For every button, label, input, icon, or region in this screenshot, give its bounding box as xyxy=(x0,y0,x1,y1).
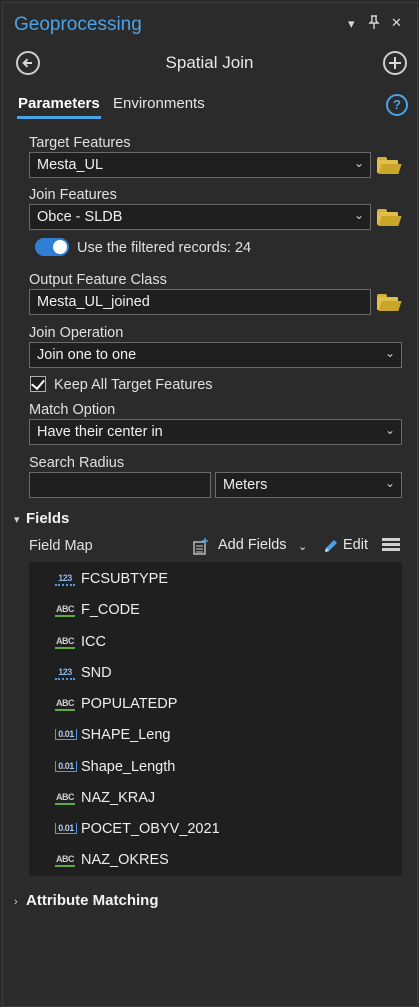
search-radius-label: Search Radius xyxy=(29,455,125,471)
join-features-label: Join Features xyxy=(29,187,117,203)
browse-folder-icon[interactable] xyxy=(377,157,402,174)
field-row[interactable]: ABC F_CODE xyxy=(29,595,402,626)
search-radius-input[interactable] xyxy=(29,472,211,498)
keep-all-checkbox[interactable] xyxy=(30,375,46,392)
field-row[interactable]: 123 SND xyxy=(29,658,402,689)
menu-icon[interactable] xyxy=(382,538,400,552)
chevron-down-icon: ⌄ xyxy=(353,208,364,222)
chevron-down-icon: ⌄ xyxy=(384,476,395,490)
match-option-label: Match Option xyxy=(29,402,116,418)
output-feature-class-value: Mesta_UL_joined xyxy=(37,294,150,310)
chevron-down-icon: ⌄ xyxy=(384,423,395,437)
text-field-icon: ABC xyxy=(55,604,75,617)
add-fields-icon[interactable] xyxy=(193,538,209,555)
active-tab-indicator xyxy=(17,116,101,119)
search-radius-unit-dropdown[interactable]: Meters ⌄ xyxy=(215,472,402,498)
chevron-right-icon: › xyxy=(14,896,18,908)
fields-section-header[interactable]: ▾ Fields xyxy=(14,510,69,527)
field-name: SHAPE_Leng xyxy=(81,727,171,743)
keep-all-label: Keep All Target Features xyxy=(54,377,213,393)
fields-section-title: Fields xyxy=(26,510,70,527)
join-operation-dropdown[interactable]: Join one to one ⌄ xyxy=(29,342,402,368)
text-field-icon: ABC xyxy=(55,792,75,805)
numeric-field-icon: 123 xyxy=(55,667,75,680)
chevron-down-icon: ▾ xyxy=(14,514,20,526)
target-features-value: Mesta_UL xyxy=(37,157,104,173)
close-icon[interactable]: ✕ xyxy=(391,15,402,31)
join-features-value: Obce - SLDB xyxy=(37,209,123,225)
browse-folder-icon[interactable] xyxy=(377,294,402,311)
field-row[interactable]: ABC ICC xyxy=(29,627,402,658)
text-field-icon: ABC xyxy=(55,698,75,711)
field-name: POPULATEDP xyxy=(81,696,178,712)
field-row[interactable]: ABC NAZ_OKRES xyxy=(29,845,402,876)
filtered-records-toggle[interactable] xyxy=(35,238,69,256)
chevron-down-icon: ⌄ xyxy=(353,156,364,170)
join-operation-label: Join Operation xyxy=(29,325,124,341)
pane-options-icon[interactable]: ▾ xyxy=(348,16,355,32)
target-features-label: Target Features xyxy=(29,135,131,151)
field-name: NAZ_OKRES xyxy=(81,852,169,868)
join-operation-value: Join one to one xyxy=(37,347,137,363)
field-name: NAZ_KRAJ xyxy=(81,790,156,806)
field-map-list[interactable]: 123 FCSUBTYPE ABC F_CODE ABC ICC 123 SND… xyxy=(29,562,402,876)
tool-title: Spatial Join xyxy=(165,53,254,72)
double-field-icon: 0.01 xyxy=(55,761,77,772)
attribute-matching-title: Attribute Matching xyxy=(26,892,159,909)
match-option-value: Have their center in xyxy=(37,424,163,440)
field-row[interactable]: 0.01 POCET_OBYV_2021 xyxy=(29,814,402,845)
field-name: Shape_Length xyxy=(81,759,176,775)
help-icon[interactable]: ? xyxy=(386,94,408,116)
output-feature-class-input[interactable]: Mesta_UL_joined xyxy=(29,289,371,315)
edit-pencil-icon[interactable] xyxy=(322,537,340,558)
field-name: F_CODE xyxy=(81,602,140,618)
field-row[interactable]: ABC NAZ_KRAJ xyxy=(29,783,402,814)
chevron-down-icon: ⌄ xyxy=(384,346,395,360)
search-radius-unit-value: Meters xyxy=(223,477,268,493)
add-fields-chevron-icon[interactable]: ⌄ xyxy=(298,540,307,553)
output-feature-class-label: Output Feature Class xyxy=(29,272,167,288)
add-fields-button[interactable]: Add Fields xyxy=(218,537,287,553)
field-row[interactable]: 123 FCSUBTYPE xyxy=(29,564,402,595)
attribute-matching-section-header[interactable]: › Attribute Matching xyxy=(14,892,159,909)
field-row[interactable]: 0.01 Shape_Length xyxy=(29,752,402,783)
field-name: FCSUBTYPE xyxy=(81,571,169,587)
add-tool-icon[interactable] xyxy=(383,51,407,75)
edit-button[interactable]: Edit xyxy=(343,537,368,553)
text-field-icon: ABC xyxy=(55,854,75,867)
join-features-dropdown[interactable]: Obce - SLDB ⌄ xyxy=(29,204,371,230)
text-field-icon: ABC xyxy=(55,636,75,649)
filtered-records-label: Use the filtered records: 24 xyxy=(77,240,252,256)
field-name: SND xyxy=(81,665,112,681)
field-row[interactable]: 0.01 SHAPE_Leng xyxy=(29,720,402,751)
pane-title: Geoprocessing xyxy=(14,14,142,35)
field-name: POCET_OBYV_2021 xyxy=(81,821,220,837)
field-map-label: Field Map xyxy=(29,538,93,554)
tab-environments[interactable]: Environments xyxy=(113,95,205,112)
numeric-field-icon: 123 xyxy=(55,573,75,586)
target-features-dropdown[interactable]: Mesta_UL ⌄ xyxy=(29,152,371,178)
pin-icon[interactable] xyxy=(368,15,380,32)
double-field-icon: 0.01 xyxy=(55,729,77,740)
browse-folder-icon[interactable] xyxy=(377,209,402,226)
field-row[interactable]: ABC POPULATEDP xyxy=(29,689,402,720)
double-field-icon: 0.01 xyxy=(55,823,77,834)
field-name: ICC xyxy=(81,634,106,650)
match-option-dropdown[interactable]: Have their center in ⌄ xyxy=(29,419,402,445)
tab-parameters[interactable]: Parameters xyxy=(18,95,100,112)
